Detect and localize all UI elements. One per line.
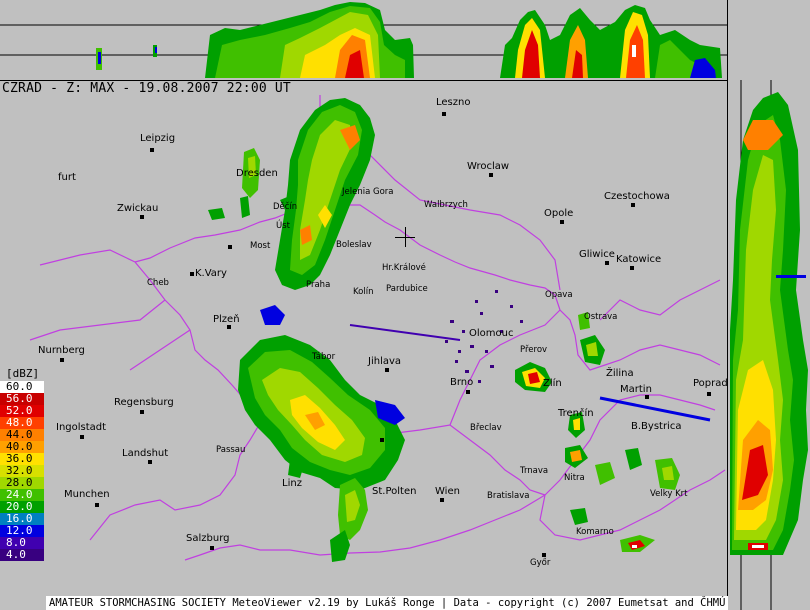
radar-map-canvas [29, 95, 726, 562]
city-marker [190, 272, 194, 276]
city-label: Zlín [543, 378, 562, 389]
city-label: Passau [216, 445, 246, 455]
city-marker [228, 245, 232, 249]
city-label: Pardubice [386, 284, 428, 294]
city-label: Žilina [606, 368, 634, 379]
city-label: Landshut [122, 448, 169, 459]
city-label: Jelenia Gora [342, 187, 394, 197]
city-label: Přerov [520, 345, 548, 355]
city-marker [645, 395, 649, 399]
city-label: Salzburg [186, 533, 230, 544]
corner-panel [727, 0, 810, 81]
city-marker [707, 392, 711, 396]
city-label: Boleslav [336, 240, 372, 250]
side-cross-section-panel [727, 80, 810, 610]
city-label: Hr.Králové [382, 263, 426, 273]
city-label: Linz [282, 478, 302, 489]
city-label: Leszno [436, 97, 471, 108]
credits-bar: AMATEUR STORMCHASING SOCIETY MeteoViewer… [46, 596, 729, 610]
city-marker [442, 112, 446, 116]
top-cross-section [0, 2, 727, 78]
city-label: St.Polten [372, 486, 417, 497]
city-label: Győr [530, 558, 551, 568]
city-label: Nurnberg [38, 345, 85, 356]
city-label: Most [250, 241, 271, 251]
map-title: CZRAD - Z: MAX - 19.08.2007 22:00 UT [2, 81, 291, 96]
city-label: Martin [620, 384, 652, 395]
city-label: Velky Krt [650, 489, 688, 499]
city-label: Nitra [564, 473, 585, 483]
side-echo-profile [730, 92, 808, 555]
city-label: Bratislava [487, 491, 530, 501]
city-label: Katowice [616, 254, 662, 265]
city-label: Komarno [576, 527, 614, 537]
city-label: Brno [450, 377, 474, 388]
city-marker [605, 261, 609, 265]
city-label: Munchen [64, 489, 110, 500]
city-label: Wien [435, 486, 460, 497]
city-label: Opava [545, 290, 573, 300]
city-label: Dresden [236, 168, 278, 179]
city-marker [210, 546, 214, 550]
city-label: Walbrzych [424, 200, 468, 210]
top-cross-section-panel [0, 0, 727, 81]
city-marker [140, 410, 144, 414]
city-label: Wroclaw [467, 161, 510, 172]
city-label: Poprad [693, 378, 728, 389]
city-label: Kolín [353, 287, 374, 297]
city-label: Ostrava [584, 312, 618, 322]
city-label: Tábor [312, 352, 336, 362]
city-label: Czestochowa [604, 191, 670, 202]
city-label: Olomouc [469, 328, 514, 339]
city-label: Úst [276, 221, 290, 231]
city-label: furt [58, 172, 76, 183]
city-marker [140, 215, 144, 219]
city-marker [148, 460, 152, 464]
city-label: Leipzig [140, 133, 176, 144]
city-label: Plzeň [213, 314, 240, 325]
radar-site-crosshair-v [405, 227, 406, 247]
city-label: Opole [544, 208, 574, 219]
legend-unit: [dBZ] [0, 366, 44, 381]
city-marker [227, 325, 231, 329]
radar-map[interactable] [0, 81, 727, 610]
city-marker [560, 220, 564, 224]
city-marker [95, 503, 99, 507]
top-echo-profile [96, 2, 722, 78]
radar-viewer: CZRAD - Z: MAX - 19.08.2007 22:00 UT Les… [0, 0, 810, 610]
city-label: Břeclav [470, 423, 502, 433]
city-label: K.Vary [195, 268, 227, 279]
city-marker [380, 438, 384, 442]
city-marker [60, 358, 64, 362]
city-marker [542, 553, 546, 557]
side-cross-section [730, 80, 808, 610]
city-marker [631, 203, 635, 207]
city-marker [385, 368, 389, 372]
legend-level: 4.0 [0, 549, 44, 561]
city-label: B.Bystrica [631, 421, 682, 432]
city-marker [630, 266, 634, 270]
city-label: Gliwice [579, 249, 615, 260]
city-marker [440, 498, 444, 502]
city-label: Zwickau [117, 203, 159, 214]
city-label: Praha [306, 280, 331, 290]
city-marker [80, 435, 84, 439]
city-marker [466, 390, 470, 394]
city-label: Cheb [147, 278, 169, 288]
city-label: Jihlava [368, 356, 402, 367]
legend-scale: 60.0 56.0 52.0 48.0 44.0 40.0 36.0 32.0 28.0 24.0… [0, 381, 44, 561]
city-label: Trnava [520, 466, 549, 476]
city-marker [489, 173, 493, 177]
dbz-color-legend: [dBZ] 60.0 56.0 52.0 48.0 44.0 40.0 36.0 32.0 28… [0, 366, 44, 561]
city-label: Děčín [273, 202, 298, 212]
city-label: Trenčín [558, 408, 594, 419]
city-label: Ingolstadt [56, 422, 107, 433]
city-label: Regensburg [114, 397, 174, 408]
city-marker [150, 148, 154, 152]
